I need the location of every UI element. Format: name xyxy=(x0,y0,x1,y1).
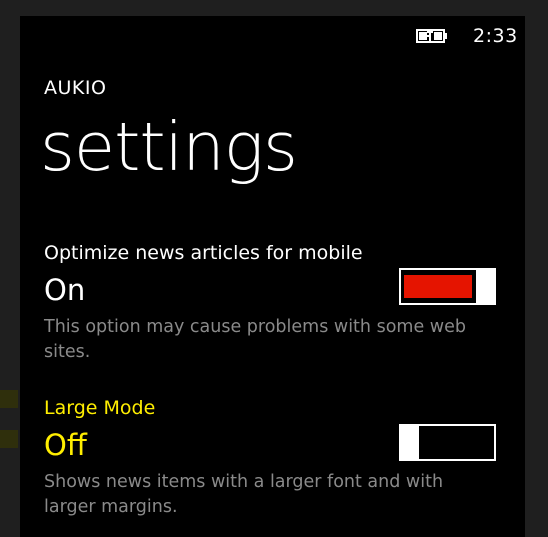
phone-screen: 2:33 AUKIO settings Optimize news articl… xyxy=(20,16,525,537)
large-mode-toggle[interactable] xyxy=(399,424,496,461)
clock: 2:33 xyxy=(473,25,518,47)
status-bar: 2:33 xyxy=(20,16,525,56)
edge-marker-1 xyxy=(0,390,18,408)
battery-charging-icon xyxy=(416,29,447,43)
setting-description: Shows news items with a larger font and … xyxy=(44,472,444,517)
edge-marker-2 xyxy=(0,430,18,448)
toggle-thumb[interactable] xyxy=(476,268,496,305)
setting-description: This option may cause problems with some… xyxy=(44,317,466,362)
optimize-news-toggle[interactable] xyxy=(399,268,496,305)
toggle-fill xyxy=(404,275,472,298)
setting-label: Large Mode xyxy=(44,397,156,419)
setting-label: Optimize news articles for mobile xyxy=(44,242,363,264)
toggle-thumb[interactable] xyxy=(399,424,419,461)
app-name: AUKIO xyxy=(44,77,107,99)
page-title: settings xyxy=(40,108,298,186)
